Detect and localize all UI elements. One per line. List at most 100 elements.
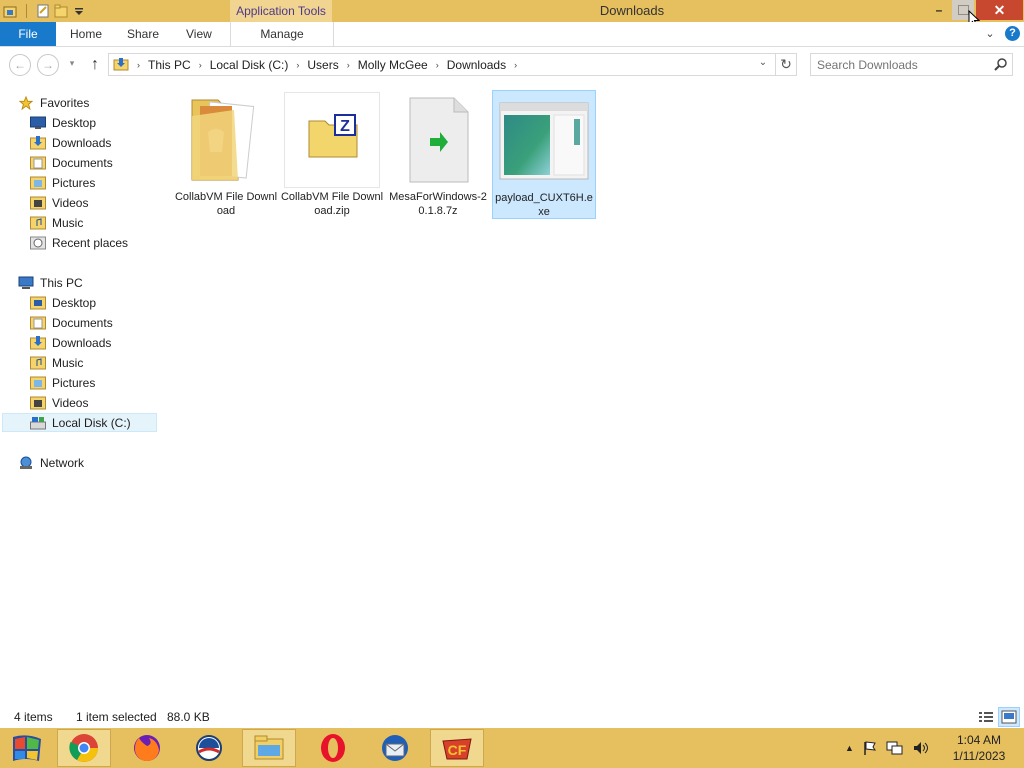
taskbar-thunderbird[interactable] — [368, 729, 422, 767]
search-input[interactable] — [817, 54, 987, 75]
system-tray: ▲ — [845, 736, 930, 760]
qat-separator — [26, 4, 27, 18]
file-name: payload_CUXT6H.exe — [495, 192, 593, 218]
clock-time: 1:04 AM — [956, 733, 1002, 747]
search-box[interactable] — [810, 53, 1013, 76]
new-folder-icon[interactable] — [53, 3, 69, 19]
ie-icon — [196, 735, 222, 761]
search-icon[interactable] — [994, 57, 1008, 71]
tab-file[interactable]: File — [0, 22, 56, 46]
nav-fav-downloads[interactable]: Downloads — [30, 133, 186, 152]
refresh-button[interactable]: ↻ — [776, 53, 797, 76]
taskbar-chrome[interactable] — [57, 729, 111, 767]
breadcrumb-separator-icon[interactable]: › — [510, 60, 521, 70]
music-folder-icon — [30, 356, 46, 369]
downloads-folder-icon — [30, 335, 46, 349]
breadcrumb-separator-icon[interactable]: › — [292, 60, 303, 70]
nav-fav-music[interactable]: Music — [30, 213, 186, 232]
taskbar-opera[interactable] — [306, 729, 360, 767]
breadcrumb-separator-icon[interactable]: › — [343, 60, 354, 70]
svg-text:CF: CF — [448, 742, 467, 758]
7z-file-icon — [409, 97, 469, 183]
minimize-button[interactable]: – — [926, 0, 952, 20]
nav-this-pc[interactable]: This PC — [18, 273, 174, 292]
nav-network[interactable]: Network — [18, 453, 174, 472]
breadcrumb: › This PC › Local Disk (C:) › Users › Molly… — [133, 54, 521, 75]
volume-icon[interactable] — [912, 740, 930, 756]
tab-home[interactable]: Home — [70, 22, 102, 46]
recent-locations-chevron-icon[interactable]: ▾ — [66, 58, 78, 69]
breadcrumb-this-pc[interactable]: This PC › — [144, 58, 206, 72]
file-item-payload-exe[interactable]: payload_CUXT6H.exe — [492, 90, 596, 219]
address-bar[interactable]: › This PC › Local Disk (C:) › Users › Molly… — [108, 53, 776, 76]
quick-access-toolbar — [0, 0, 87, 22]
breadcrumb-downloads[interactable]: Downloads › — [443, 58, 521, 72]
address-dropdown-chevron-icon[interactable]: ⌄ — [757, 57, 769, 68]
nav-fav-recent-places[interactable]: Recent places — [30, 233, 186, 252]
navigation-pane: Favorites Desktop Downloads Documents Pi… — [0, 88, 158, 708]
file-item-mesa-7z[interactable]: MesaForWindows-20.1.8.7z — [386, 92, 490, 218]
close-button[interactable]: ✕ — [976, 0, 1023, 20]
selection-size: 88.0 KB — [167, 710, 210, 724]
action-center-flag-icon[interactable] — [862, 740, 878, 756]
forward-button[interactable]: → — [37, 54, 59, 76]
taskbar-firefox[interactable] — [120, 729, 174, 767]
properties-icon[interactable] — [35, 3, 51, 19]
file-item-collabvm-folder[interactable]: CollabVM File Download — [174, 92, 278, 218]
breadcrumb-molly-mcgee[interactable]: Molly McGee › — [354, 58, 443, 72]
breadcrumb-separator-icon[interactable]: › — [432, 60, 443, 70]
large-icons-view-button[interactable] — [998, 707, 1020, 727]
customize-qat-icon[interactable] — [71, 3, 87, 19]
clock-date: 1/11/2023 — [952, 749, 1006, 763]
zip-archive-icon: Z — [308, 114, 358, 158]
opera-icon — [321, 734, 345, 762]
nav-pc-desktop[interactable]: Desktop — [30, 293, 186, 312]
nav-fav-documents[interactable]: Documents — [30, 153, 186, 172]
selection-count: 1 item selected — [76, 710, 157, 724]
breadcrumb-separator-icon[interactable]: › — [195, 60, 206, 70]
breadcrumb-separator-icon[interactable]: › — [133, 60, 144, 70]
nav-fav-pictures[interactable]: Pictures — [30, 173, 186, 192]
start-icon — [13, 735, 41, 761]
breadcrumb-local-disk[interactable]: Local Disk (C:) › — [206, 58, 304, 72]
desktop-icon — [30, 116, 46, 129]
nav-favorites[interactable]: Favorites — [18, 93, 174, 112]
clock[interactable]: 1:04 AM 1/11/2023 — [944, 732, 1014, 764]
expand-ribbon-chevron-icon[interactable]: ⌄ — [983, 26, 997, 42]
details-view-icon[interactable] — [976, 708, 996, 726]
taskbar-file-explorer[interactable] — [242, 729, 296, 767]
tab-view[interactable]: View — [186, 22, 212, 46]
chrome-icon — [69, 734, 98, 762]
start-button[interactable] — [0, 729, 54, 767]
downloads-location-icon — [113, 58, 129, 71]
show-hidden-icons-icon[interactable]: ▲ — [845, 743, 854, 753]
nav-pc-videos[interactable]: Videos — [30, 393, 186, 412]
downloads-folder-icon — [30, 135, 46, 149]
game-icon: CF — [442, 738, 472, 760]
thunderbird-icon — [382, 735, 408, 761]
back-button[interactable]: ← — [9, 54, 31, 76]
title-bar — [0, 0, 1024, 22]
nav-fav-desktop[interactable]: Desktop — [30, 113, 186, 132]
file-item-collabvm-zip[interactable]: Z CollabVM File Download.zip — [280, 92, 384, 218]
file-name: CollabVM File Download.zip — [280, 191, 384, 217]
tab-share[interactable]: Share — [127, 22, 159, 46]
tab-manage[interactable]: Manage — [230, 22, 334, 46]
breadcrumb-users[interactable]: Users › — [303, 58, 353, 72]
network-tray-icon[interactable] — [886, 740, 904, 756]
nav-pc-music[interactable]: Music — [30, 353, 186, 372]
nav-pc-documents[interactable]: Documents — [30, 313, 186, 332]
nav-fav-videos[interactable]: Videos — [30, 193, 186, 212]
explorer-app-icon[interactable] — [2, 3, 18, 19]
network-icon — [20, 456, 32, 469]
taskbar-ie[interactable] — [182, 729, 236, 767]
nav-pc-pictures[interactable]: Pictures — [30, 373, 186, 392]
up-arrow-button[interactable]: ↑ — [86, 55, 104, 75]
help-icon[interactable]: ? — [1005, 26, 1020, 41]
nav-pc-downloads[interactable]: Downloads — [30, 333, 186, 352]
taskbar-game[interactable]: CF — [430, 729, 484, 767]
pictures-folder-icon — [30, 376, 46, 389]
nav-pc-local-disk[interactable]: Local Disk (C:) — [2, 413, 157, 432]
file-explorer-icon — [254, 735, 284, 760]
pictures-folder-icon — [30, 176, 46, 189]
